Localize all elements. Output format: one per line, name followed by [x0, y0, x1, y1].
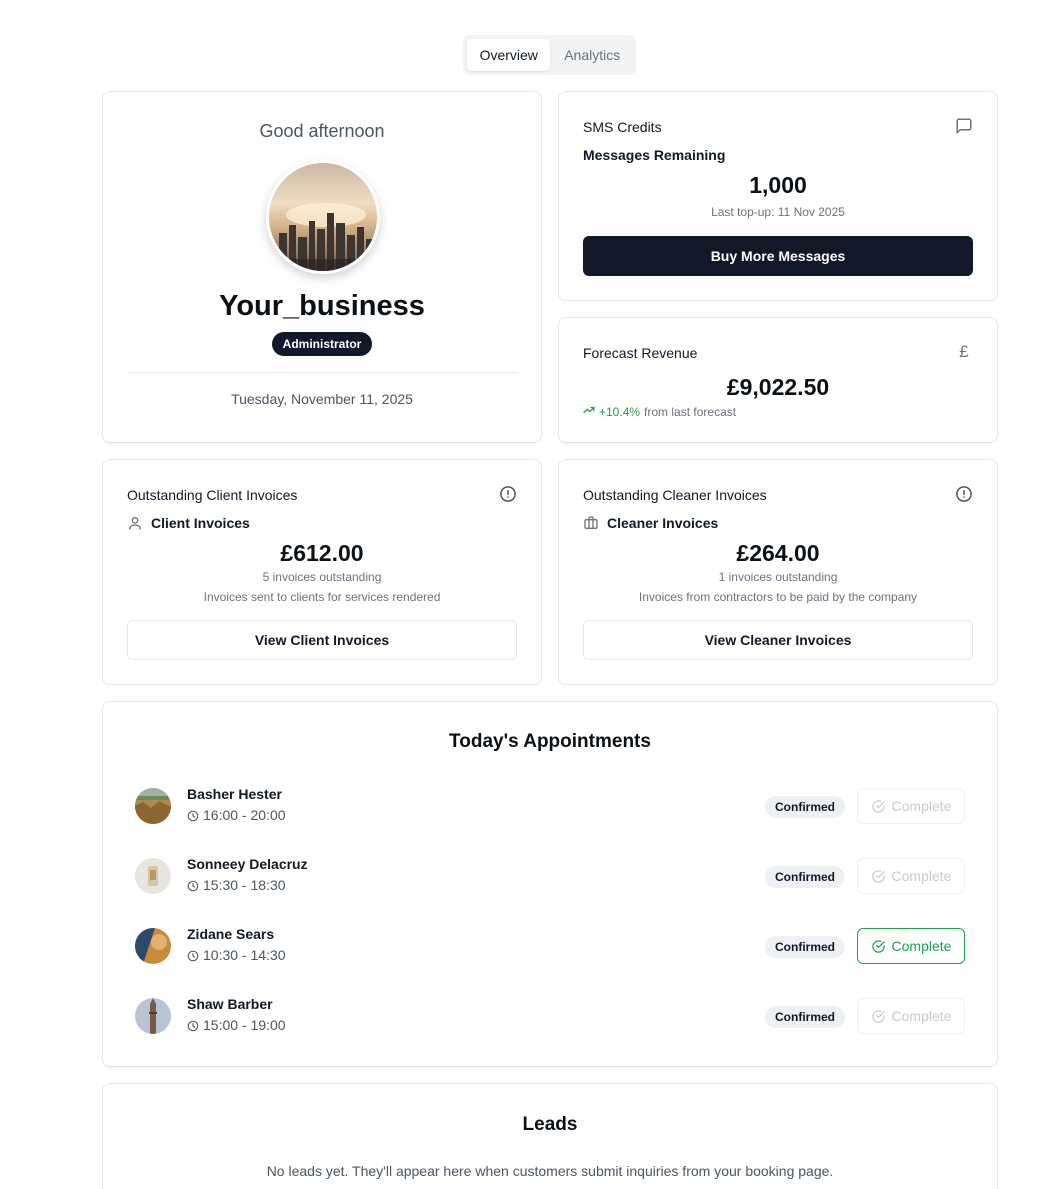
- greeting: Good afternoon: [259, 121, 385, 141]
- avatar: [135, 858, 171, 894]
- appointments-title: Today's Appointments: [449, 731, 651, 752]
- leads-card: Leads No leads yet. They'll appear here …: [102, 1083, 998, 1189]
- forecast-trend: +10.4% from last forecast: [583, 404, 736, 419]
- avatar: [135, 998, 171, 1034]
- complete-button[interactable]: Complete: [857, 928, 965, 964]
- cleaner-invoices-subtitle: Cleaner Invoices: [583, 515, 718, 531]
- appointment-name: Shaw Barber: [187, 996, 273, 1012]
- profile-card: Good afternoon Your_business Administrat…: [102, 91, 542, 443]
- check-circle-icon: [871, 869, 886, 884]
- check-circle-icon: [871, 799, 886, 814]
- current-date: Tuesday, November 11, 2025: [231, 391, 413, 407]
- message-square-icon: [955, 117, 973, 135]
- view-cleaner-invoices-button[interactable]: View Cleaner Invoices: [583, 620, 973, 660]
- appointment-time: 15:00 - 19:00: [187, 1017, 286, 1033]
- appointment-name: Sonneey Delacruz: [187, 856, 308, 872]
- appointment-name: Basher Hester: [187, 786, 282, 802]
- forecast-card-title: Forecast Revenue: [583, 345, 698, 361]
- complete-button[interactable]: Complete: [857, 858, 965, 894]
- list-item: Basher Hester 16:00 - 20:00 Confirmed Co…: [135, 780, 965, 850]
- tab-analytics[interactable]: Analytics: [552, 39, 632, 71]
- last-topup: Last top-up: 11 Nov 2025: [711, 205, 845, 219]
- clock-icon: [187, 879, 199, 892]
- buy-more-messages-button[interactable]: Buy More Messages: [583, 236, 973, 276]
- avatar: [135, 928, 171, 964]
- appointments-card: Today's Appointments Basher Hester 16:00…: [102, 701, 998, 1067]
- cleaner-invoices-title: Outstanding Cleaner Invoices: [583, 487, 767, 503]
- appointments-list: Basher Hester 16:00 - 20:00 Confirmed Co…: [135, 780, 965, 1060]
- role-badge: Administrator: [272, 332, 372, 356]
- client-invoices-card: Outstanding Client Invoices Client Invoi…: [102, 459, 542, 685]
- cleaner-invoices-count: 1 invoices outstanding: [718, 570, 838, 584]
- client-invoices-count: 5 invoices outstanding: [262, 570, 382, 584]
- pound-icon: £: [959, 342, 969, 361]
- complete-button[interactable]: Complete: [857, 788, 965, 824]
- forecast-revenue-card: Forecast Revenue £ £9,022.50 +10.4% from…: [558, 317, 998, 443]
- view-client-invoices-button[interactable]: View Client Invoices: [127, 620, 517, 660]
- status-badge: Confirmed: [765, 866, 845, 888]
- messages-remaining-value: 1,000: [749, 172, 807, 198]
- clock-icon: [187, 1019, 199, 1032]
- clock-icon: [187, 949, 199, 962]
- sms-card-title: SMS Credits: [583, 119, 662, 135]
- alert-circle-icon[interactable]: [499, 485, 517, 503]
- status-badge: Confirmed: [765, 796, 845, 818]
- trending-up-icon: [583, 404, 595, 419]
- appointment-name: Zidane Sears: [187, 926, 275, 942]
- forecast-value: £9,022.50: [726, 374, 830, 400]
- sms-credits-card: SMS Credits Messages Remaining 1,000 Las…: [558, 91, 998, 301]
- client-invoices-amount: £612.00: [280, 540, 364, 566]
- business-name: Your_business: [219, 290, 425, 322]
- appointment-time: 15:30 - 18:30: [187, 877, 286, 893]
- trend-text: from last forecast: [644, 404, 737, 419]
- list-item: Shaw Barber 15:00 - 19:00 Confirmed Comp…: [135, 990, 965, 1060]
- appointment-time: 10:30 - 14:30: [187, 947, 286, 963]
- leads-title: Leads: [522, 1114, 578, 1135]
- cleaner-invoices-amount: £264.00: [736, 540, 820, 566]
- client-invoices-description: Invoices sent to clients for services re…: [203, 590, 441, 604]
- user-icon: [127, 515, 143, 531]
- view-tabs: Overview Analytics: [463, 35, 636, 75]
- complete-button[interactable]: Complete: [857, 998, 965, 1034]
- client-invoices-title: Outstanding Client Invoices: [127, 487, 298, 503]
- briefcase-icon: [583, 515, 599, 531]
- cleaner-invoices-description: Invoices from contractors to be paid by …: [638, 590, 918, 604]
- business-avatar: [266, 160, 380, 274]
- client-invoices-subtitle: Client Invoices: [127, 515, 250, 531]
- appointment-time: 16:00 - 20:00: [187, 807, 286, 823]
- divider: [127, 372, 517, 373]
- alert-circle-icon[interactable]: [955, 485, 973, 503]
- status-badge: Confirmed: [765, 1006, 845, 1028]
- tab-overview[interactable]: Overview: [467, 39, 551, 71]
- cleaner-invoices-card: Outstanding Cleaner Invoices Cleaner Inv…: [558, 459, 998, 685]
- check-circle-icon: [871, 939, 886, 954]
- list-item: Sonneey Delacruz 15:30 - 18:30 Confirmed…: [135, 850, 965, 920]
- messages-remaining-label: Messages Remaining: [583, 147, 726, 163]
- check-circle-icon: [871, 1009, 886, 1024]
- leads-empty-message: No leads yet. They'll appear here when c…: [266, 1163, 834, 1179]
- status-badge: Confirmed: [765, 936, 845, 958]
- avatar: [135, 788, 171, 824]
- trend-value: +10.4%: [599, 404, 641, 419]
- list-item: Zidane Sears 10:30 - 14:30 Confirmed Com…: [135, 920, 965, 990]
- clock-icon: [187, 809, 199, 822]
